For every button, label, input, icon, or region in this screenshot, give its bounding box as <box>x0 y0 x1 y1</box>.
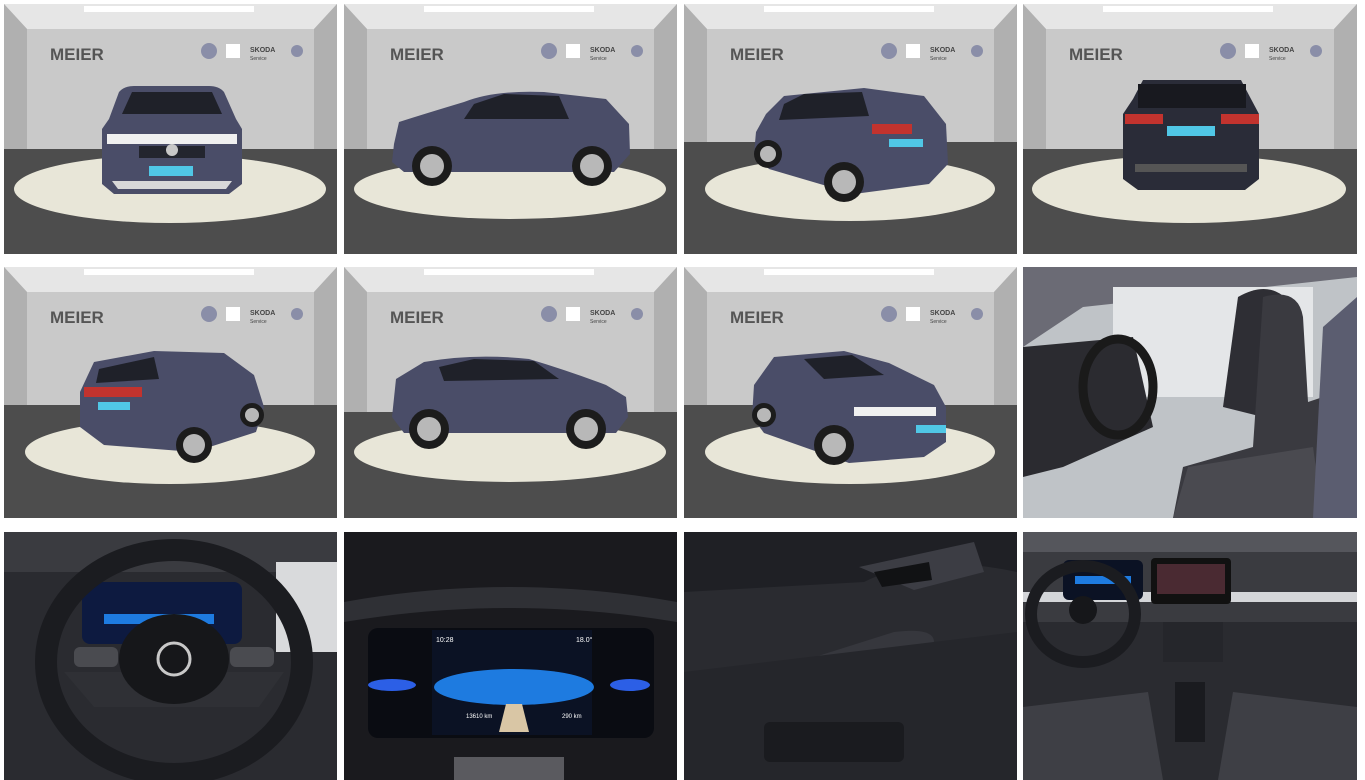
svg-text:SKODA: SKODA <box>590 310 615 317</box>
photo-image: MEIER SKODA Service <box>4 267 337 518</box>
svg-text:MEIER: MEIER <box>50 308 104 327</box>
svg-text:SKODA: SKODA <box>250 47 275 54</box>
photo-image <box>1023 267 1357 518</box>
photo-digital-cockpit[interactable]: 10:28 18.0° 13610 km 290 km <box>344 532 677 780</box>
svg-text:SKODA: SKODA <box>930 310 955 317</box>
svg-text:MEIER: MEIER <box>390 308 444 327</box>
photo-door-panel[interactable] <box>684 532 1017 780</box>
photo-image: 10:28 18.0° 13610 km 290 km <box>344 532 677 780</box>
photo-image <box>4 532 337 780</box>
svg-text:MEIER: MEIER <box>730 45 784 64</box>
photo-image: MEIER SKODA Service <box>4 4 337 254</box>
svg-text:Service: Service <box>590 56 607 62</box>
photo-image: MEIER SKODA Service <box>684 267 1017 518</box>
svg-text:Service: Service <box>590 319 607 325</box>
svg-text:SKODA: SKODA <box>930 47 955 54</box>
svg-text:13610 km: 13610 km <box>466 714 492 720</box>
photo-exterior-side-right[interactable]: MEIER SKODA Service <box>344 267 677 518</box>
photo-interior-front-seats[interactable] <box>1023 267 1357 518</box>
photo-image: MEIER SKODA Service <box>684 4 1017 254</box>
svg-text:Service: Service <box>1269 56 1286 62</box>
photo-exterior-rear[interactable]: MEIER SKODA Service <box>1023 4 1357 254</box>
svg-text:Service: Service <box>930 56 947 62</box>
svg-text:SKODA: SKODA <box>590 47 615 54</box>
svg-text:Service: Service <box>250 319 267 325</box>
photo-exterior-side-left[interactable]: MEIER SKODA Service <box>344 4 677 254</box>
svg-text:MEIER: MEIER <box>50 45 104 64</box>
svg-text:SKODA: SKODA <box>1269 47 1294 54</box>
photo-image <box>684 532 1017 780</box>
photo-dashboard-overview[interactable] <box>1023 532 1357 780</box>
photo-image: MEIER SKODA Service <box>1023 4 1357 254</box>
photo-image: MEIER SKODA Service <box>344 4 677 254</box>
svg-text:290 km: 290 km <box>562 714 582 720</box>
photo-exterior-front-three-quarter-right[interactable]: MEIER SKODA Service <box>684 267 1017 518</box>
svg-text:Service: Service <box>250 56 267 62</box>
svg-text:SKODA: SKODA <box>250 310 275 317</box>
svg-text:MEIER: MEIER <box>1069 45 1123 64</box>
photo-exterior-rear-three-quarter-left[interactable]: MEIER SKODA Service <box>684 4 1017 254</box>
photo-gallery: MEIER SKODA Service MEIER SKODA Service … <box>0 0 1365 780</box>
photo-exterior-front[interactable]: MEIER SKODA Service <box>4 4 337 254</box>
svg-text:MEIER: MEIER <box>730 308 784 327</box>
svg-text:Service: Service <box>930 319 947 325</box>
photo-steering-wheel[interactable] <box>4 532 337 780</box>
svg-text:18.0°: 18.0° <box>576 636 593 644</box>
photo-image <box>1023 532 1357 780</box>
svg-text:MEIER: MEIER <box>390 45 444 64</box>
photo-image: MEIER SKODA Service <box>344 267 677 518</box>
photo-exterior-rear-three-quarter-right[interactable]: MEIER SKODA Service <box>4 267 337 518</box>
svg-text:10:28: 10:28 <box>436 637 454 644</box>
